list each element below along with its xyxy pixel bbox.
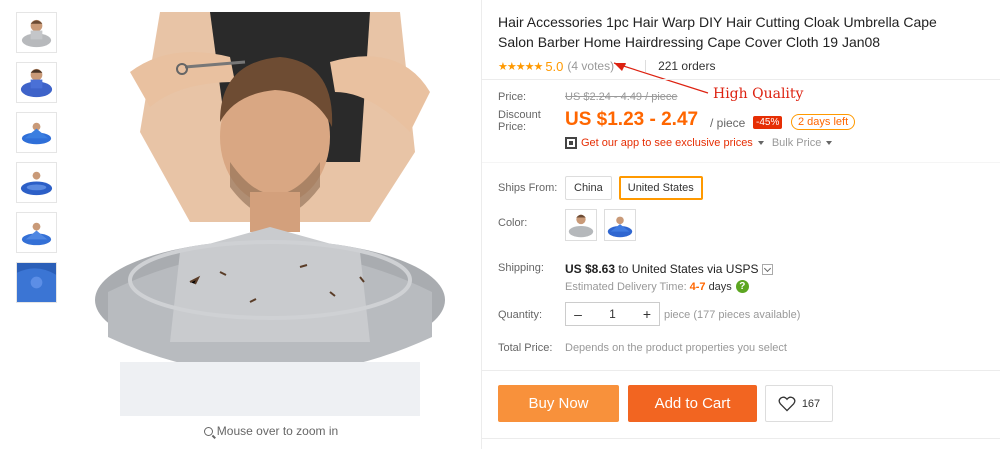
heart-icon xyxy=(778,396,796,411)
buy-now-button[interactable]: Buy Now xyxy=(498,385,619,422)
zoom-hint-text: Mouse over to zoom in xyxy=(216,424,339,438)
total-price-label: Total Price: xyxy=(498,342,553,354)
divider xyxy=(482,162,1000,163)
caret-down-icon[interactable] xyxy=(826,141,833,145)
thumbnail-2[interactable] xyxy=(16,62,57,103)
add-to-cart-button[interactable]: Add to Cart xyxy=(628,385,757,422)
barber-cape-photo xyxy=(70,12,472,416)
thumbnail-1[interactable] xyxy=(16,12,57,53)
discount-percent-badge: -45% xyxy=(753,116,783,129)
divider xyxy=(482,438,1000,439)
ships-from-united-states[interactable]: United States xyxy=(618,176,703,200)
per-piece-unit: / piece xyxy=(710,116,746,130)
estimated-delivery-label: Estimated Delivery Time: xyxy=(565,280,687,293)
total-price-value: Depends on the product properties you se… xyxy=(565,342,787,354)
rating-stars-icon: ★★★★★ xyxy=(498,60,543,73)
ships-from-options: China United States xyxy=(565,176,703,200)
ships-from-label: Ships From: xyxy=(498,182,558,194)
quantity-increase-button[interactable]: + xyxy=(635,306,659,322)
zoom-hint: Mouse over to zoom in xyxy=(70,424,472,438)
available-pieces: piece (177 pieces available) xyxy=(664,309,801,321)
divider xyxy=(482,79,1000,80)
help-icon[interactable]: ? xyxy=(735,280,749,293)
wishlist-button[interactable]: 167 xyxy=(765,385,833,422)
discount-price: US $1.23 - 2.47 xyxy=(565,109,699,130)
price-label: Price: xyxy=(498,91,527,103)
days-left-badge: 2 days left xyxy=(791,114,856,130)
delivery-days: 4-7 xyxy=(689,280,706,293)
magnifier-icon xyxy=(203,427,213,436)
shipping-cost: US $8.63 xyxy=(565,262,616,276)
quantity-decrease-button[interactable]: – xyxy=(566,306,590,322)
annotation-label: High Quality xyxy=(713,86,804,102)
delivery-days-unit: days xyxy=(708,280,732,293)
color-label: Color: xyxy=(498,217,528,229)
caret-down-icon[interactable] xyxy=(757,141,764,145)
quantity-stepper: – 1 + xyxy=(565,302,660,326)
product-page: Mouse over to zoom in Hair Accessories 1… xyxy=(0,0,1000,449)
estimated-delivery: Estimated Delivery Time: 4-7 days ? xyxy=(565,280,749,293)
product-title: Hair Accessories 1pc Hair Warp DIY Hair … xyxy=(498,14,937,50)
qr-code-icon xyxy=(565,137,577,149)
app-promo-link[interactable]: Get our app to see exclusive prices xyxy=(581,137,753,149)
discount-price-label: Discount Price: xyxy=(498,109,541,133)
thumbnail-6[interactable] xyxy=(16,262,57,303)
dropdown-icon[interactable] xyxy=(762,263,774,275)
shipping-label: Shipping: xyxy=(498,262,544,274)
rating-score[interactable]: 5.0 xyxy=(545,59,563,74)
color-swatch-gray[interactable] xyxy=(565,209,597,241)
divider xyxy=(482,370,1000,371)
wishlist-count: 167 xyxy=(801,397,821,410)
quantity-input[interactable]: 1 xyxy=(590,307,635,321)
quantity-label: Quantity: xyxy=(498,309,543,321)
ships-from-china[interactable]: China xyxy=(565,176,612,200)
product-info: Hair Accessories 1pc Hair Warp DIY Hair … xyxy=(498,12,988,74)
main-product-image[interactable] xyxy=(70,12,472,416)
bulk-price-link[interactable]: Bulk Price xyxy=(772,137,822,149)
color-swatch-blue[interactable] xyxy=(604,209,636,241)
thumbnail-5[interactable] xyxy=(16,212,57,253)
color-swatches xyxy=(565,209,636,241)
rating-row: ★★★★★ 5.0 (4 votes) 221 orders xyxy=(498,58,988,74)
shipping-destination: to United States via USPS xyxy=(618,262,759,276)
shipping-method[interactable]: US $8.63 to United States via USPS xyxy=(565,262,774,276)
column-divider xyxy=(481,0,482,449)
original-price: US $2.24 - 4.49 / piece xyxy=(565,91,678,103)
thumbnail-4[interactable] xyxy=(16,162,57,203)
app-promo-row: Get our app to see exclusive prices Bulk… xyxy=(565,137,840,149)
thumbnail-3[interactable] xyxy=(16,112,57,153)
thumbnail-strip xyxy=(16,12,58,312)
